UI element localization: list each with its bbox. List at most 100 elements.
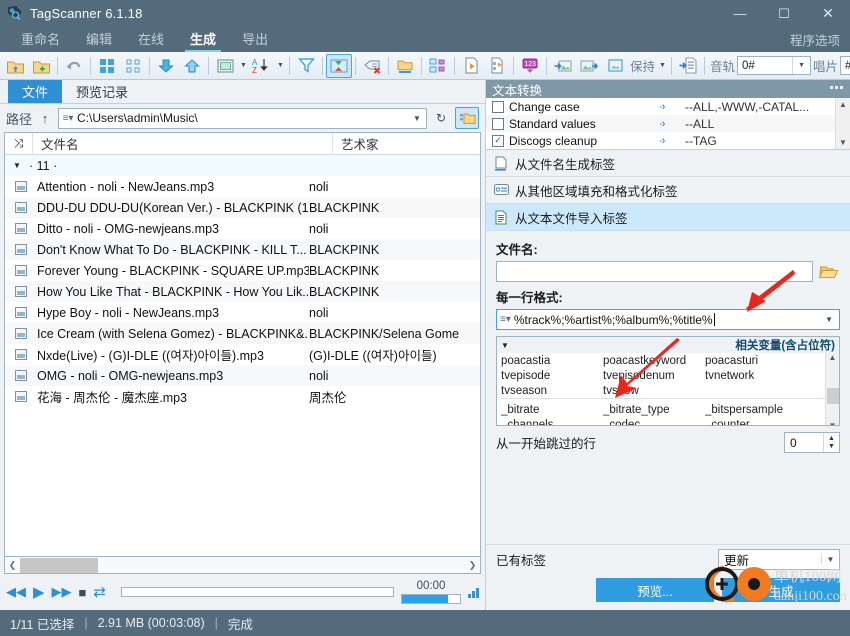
menu-item-edit[interactable]: 编辑 [73, 27, 125, 52]
rewind-icon[interactable]: ◀◀ [6, 584, 26, 600]
select-box-icon[interactable] [212, 54, 238, 78]
fast-forward-icon[interactable]: ▶▶ [52, 584, 72, 600]
text-conversion-list[interactable]: Change case ·› --ALL,-WWW,-CATAL... Stan… [486, 98, 850, 150]
minimize-icon[interactable]: — [718, 0, 762, 26]
table-row[interactable]: 花海 - 周杰伦 - 魔杰座.mp3 周杰伦 [5, 386, 480, 407]
variable-name[interactable]: _bitspersample [705, 404, 807, 416]
variable-name[interactable]: tvseason [501, 385, 603, 397]
list-icon[interactable]: ≡▾ [500, 314, 511, 325]
table-row[interactable]: Ice Cream (with Selena Gomez) - BLACKPIN… [5, 323, 480, 344]
variables-box[interactable]: ▼ 相关变量(含占位符) poacastia poacastkeyword po… [496, 336, 840, 426]
folder-icon[interactable] [392, 54, 418, 78]
table-row[interactable]: Ditto - noli - OMG-newjeans.mp3 noli [5, 218, 480, 239]
generate-button[interactable]: 生成 [722, 578, 840, 602]
chevron-down-icon[interactable]: ▼ [408, 114, 426, 123]
triangle-down-icon[interactable]: ▼ [501, 341, 509, 350]
scroll-up-icon[interactable]: ▲ [839, 100, 847, 109]
keep-label[interactable]: 保持 [628, 56, 657, 75]
large-icons-icon[interactable] [94, 54, 120, 78]
list-icon[interactable]: ≡▾ [59, 113, 77, 124]
variable-name[interactable]: poacastia [501, 355, 603, 367]
sort-az-icon[interactable]: A Z [249, 54, 275, 78]
seek-slider[interactable] [120, 587, 394, 597]
scroll-right-icon[interactable]: ❯ [465, 560, 480, 571]
play-file-icon[interactable] [458, 54, 484, 78]
open-folder-icon[interactable] [2, 54, 28, 78]
menu-item-online[interactable]: 在线 [125, 27, 177, 52]
path-input[interactable]: ≡▾ C:\Users\admin\Music\ ▼ [58, 107, 427, 129]
ellipsis-icon[interactable] [830, 86, 843, 89]
play-icon[interactable]: ▶ [33, 583, 45, 601]
variable-name[interactable]: poacastkeyword [603, 355, 705, 367]
numbering-icon[interactable]: 123 [517, 54, 543, 78]
variable-name[interactable]: tvnetwork [705, 370, 807, 382]
column-filename[interactable]: 文件名 [33, 133, 333, 154]
checkbox-standard-values[interactable] [492, 117, 504, 130]
variable-name[interactable]: _bitrate [501, 404, 603, 416]
close-icon[interactable]: ✕ [806, 0, 850, 26]
tab-preview-log[interactable]: 预览记录 [62, 80, 142, 103]
group-row[interactable]: ▼ · 11 · [5, 155, 480, 176]
scroll-up-icon[interactable]: ▲ [829, 353, 837, 362]
volume-slider[interactable] [401, 594, 461, 604]
table-row[interactable]: Hype Boy - noli - NewJeans.mp3 noli [5, 302, 480, 323]
select-box-dropdown-icon[interactable]: ▼ [238, 54, 249, 78]
scroll-thumb[interactable] [826, 388, 839, 404]
list-item[interactable]: _bitrate _bitrate_type _bitspersample [501, 402, 825, 417]
list-item[interactable]: ✓ Discogs cleanup ·› --TAG [486, 132, 835, 149]
tab-files[interactable]: 文件 [8, 80, 63, 103]
stepper-arrows[interactable]: ▲ ▼ [823, 433, 839, 452]
chevron-down-icon[interactable]: ▼ [822, 315, 836, 324]
list-item[interactable]: tvepisode tvepisodenum tvnetwork [501, 368, 825, 383]
filename-input[interactable] [496, 261, 813, 282]
variable-name[interactable]: tvepisodenum [603, 370, 705, 382]
stepper-down-icon[interactable]: ▼ [828, 443, 835, 451]
action-tags-from-filename[interactable]: 从文件名生成标签 [486, 150, 850, 177]
shuffle-icon[interactable]: ⤨ [5, 133, 33, 154]
menu-item-export[interactable]: 导出 [229, 27, 281, 52]
move-down-icon[interactable] [153, 54, 179, 78]
stop-icon[interactable]: ■ [79, 585, 87, 600]
checkbox-discogs-cleanup[interactable]: ✓ [492, 134, 504, 147]
chevron-down-icon[interactable]: ▼ [821, 555, 839, 564]
variable-name[interactable]: _channels [501, 419, 603, 426]
variable-name[interactable]: _counter [705, 419, 807, 426]
chevron-down-icon[interactable]: ▼ [792, 57, 810, 74]
horizontal-scrollbar[interactable]: ❮ ❯ [4, 557, 481, 574]
move-up-icon[interactable] [179, 54, 205, 78]
refresh-icon[interactable]: ↻ [431, 111, 451, 125]
export-image-icon[interactable] [576, 54, 602, 78]
variable-name[interactable]: _codec [603, 419, 705, 426]
preview-button[interactable]: 预览... [596, 578, 714, 602]
disc-number-input[interactable]: # [840, 56, 850, 75]
add-folder-icon[interactable] [28, 54, 54, 78]
text-conversion-scrollbar[interactable]: ▲ ▼ [835, 98, 850, 149]
repeat-icon[interactable]: ⇄ [93, 583, 106, 601]
table-row[interactable]: Don't Know What To Do - BLACKPINK - KILL… [5, 239, 480, 260]
track-number-combo[interactable]: 0# ▼ [737, 56, 812, 75]
skip-lines-stepper[interactable]: 0 ▲ ▼ [784, 432, 840, 453]
scroll-left-icon[interactable]: ❮ [5, 560, 20, 571]
arrow-up-icon[interactable]: ↑ [36, 111, 54, 126]
table-row[interactable]: How You Like That - BLACKPINK - How You … [5, 281, 480, 302]
table-row[interactable]: Nxde(Live) - (G)I-DLE ((여자)아이들).mp3 (G)I… [5, 344, 480, 365]
list-item[interactable]: poacastia poacastkeyword poacasturi [501, 353, 825, 368]
list-item[interactable]: tvseason tvshow [501, 383, 825, 398]
scroll-down-icon[interactable]: ▼ [839, 138, 847, 147]
triangle-down-icon[interactable]: ▼ [5, 161, 29, 170]
variables-scrollbar[interactable]: ▲ ▼ [825, 353, 839, 425]
scroll-track[interactable] [20, 557, 465, 573]
tag-structure-icon[interactable] [425, 54, 451, 78]
browse-folder-icon[interactable] [455, 107, 479, 129]
table-row[interactable]: OMG - noli - OMG-newjeans.mp3 noli [5, 365, 480, 386]
filter-icon[interactable] [293, 54, 319, 78]
clear-tag-icon[interactable] [359, 54, 385, 78]
column-artist[interactable]: 艺术家 [333, 133, 480, 154]
menu-item-generate[interactable]: 生成 [177, 27, 229, 52]
variable-name[interactable]: poacasturi [705, 355, 807, 367]
small-icons-icon[interactable] [120, 54, 146, 78]
menu-item-rename[interactable]: 重命名 [8, 27, 73, 52]
action-import-tags-from-textfile[interactable]: 从文本文件导入标签 [486, 204, 850, 231]
action-fill-format-from-fields[interactable]: 从其他区域填充和格式化标签 [486, 177, 850, 204]
image-swap-icon[interactable] [326, 53, 352, 78]
